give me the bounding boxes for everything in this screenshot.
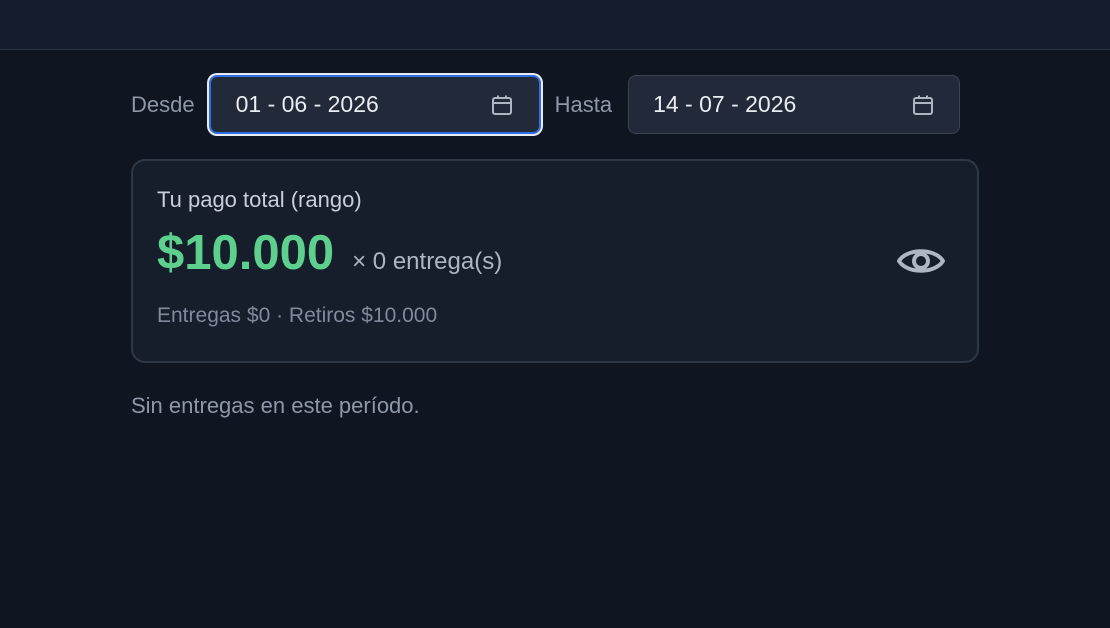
from-date-value: 01 - 06 - 2026 (235, 91, 379, 117)
to-date-value: 14 - 07 - 2026 (653, 91, 797, 117)
empty-message: Sin entregas en este período. (131, 393, 420, 418)
summary-breakdown: Entregas $0 · Retiros $10.000 (157, 304, 438, 327)
to-label: Hasta (554, 91, 613, 117)
deliveries-count: × 0 entrega(s) (352, 248, 503, 275)
summary-title: Tu pago total (rango) (157, 187, 362, 212)
toggle-visibility-button[interactable] (895, 235, 947, 287)
eye-icon (897, 249, 945, 273)
to-date-input[interactable]: 14 - 07 - 2026 (628, 75, 961, 134)
payment-summary-card: Tu pago total (rango) $10.000 × 0 entreg… (131, 159, 979, 363)
total-amount: $10.000 (157, 226, 335, 280)
from-date-input[interactable]: 01 - 06 - 2026 (208, 75, 541, 134)
amount-row: $10.000 × 0 entrega(s) (157, 229, 953, 278)
date-range-row: Desde 01 - 06 - 2026 Hasta 14 - 07 - 202… (131, 74, 979, 135)
main-content: Desde 01 - 06 - 2026 Hasta 14 - 07 - 202… (131, 74, 979, 419)
top-bar (0, 0, 1110, 50)
from-label: Desde (131, 91, 195, 117)
calendar-icon[interactable] (490, 93, 514, 117)
calendar-icon[interactable] (911, 93, 935, 117)
